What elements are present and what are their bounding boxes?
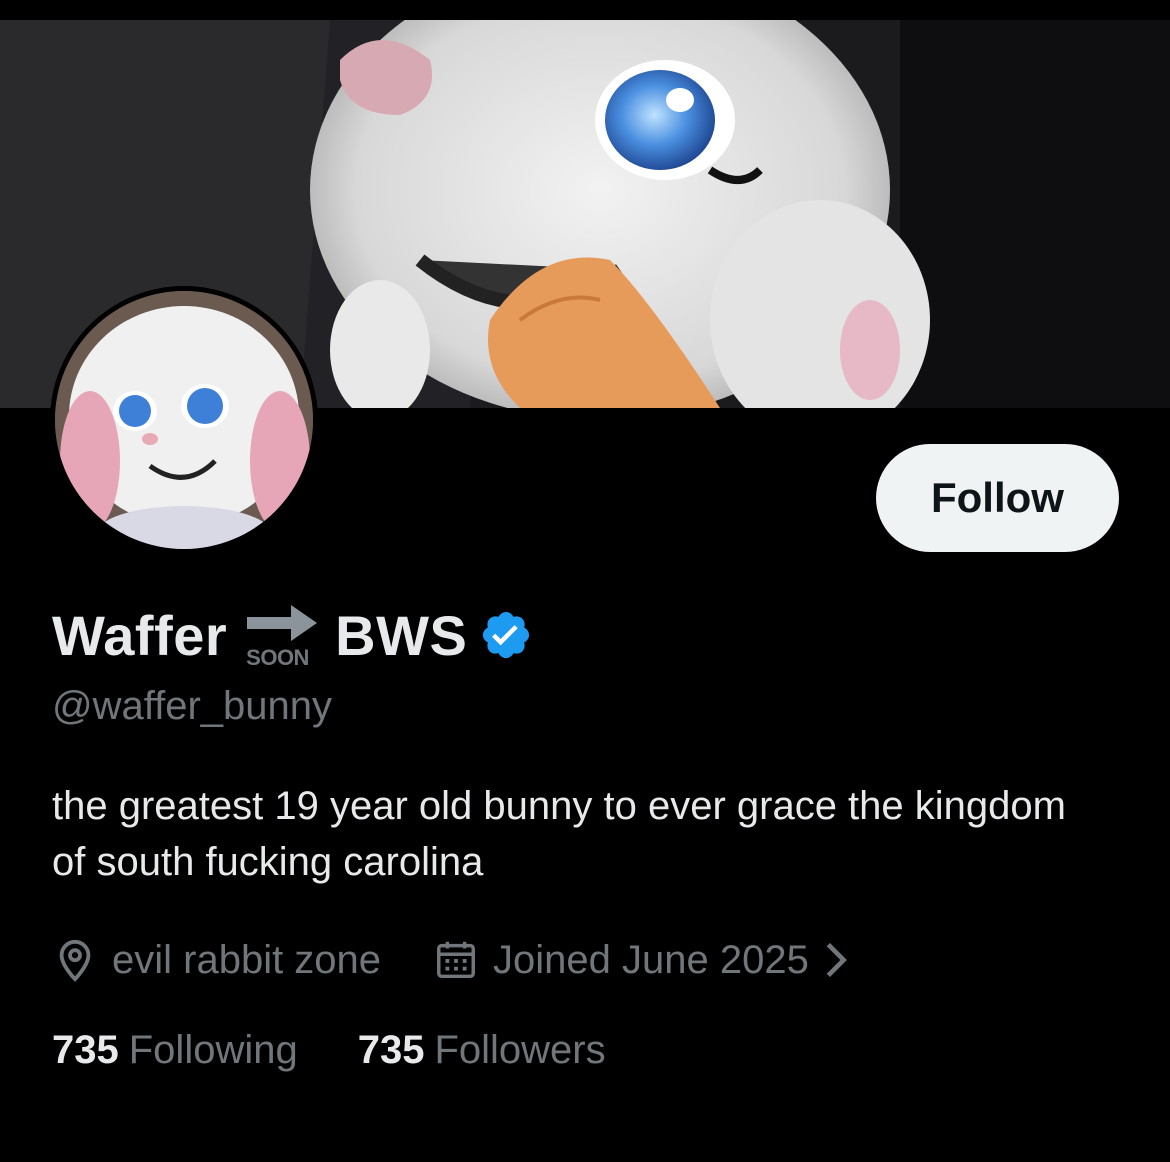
- profile-stats: 735 Following 735 Followers: [52, 1028, 606, 1073]
- joined-item[interactable]: Joined June 2025: [433, 937, 853, 983]
- following-label: Following: [128, 1028, 298, 1072]
- profile-avatar[interactable]: [50, 286, 318, 554]
- location-item: evil rabbit zone: [52, 937, 381, 983]
- verified-badge-icon[interactable]: [479, 608, 533, 662]
- followers-label: Followers: [434, 1028, 606, 1072]
- location-pin-icon: [59, 939, 91, 982]
- chevron-right-icon: [826, 943, 847, 977]
- joined-text: Joined June 2025: [493, 937, 809, 982]
- display-name: Waffer SOON BWS: [52, 595, 533, 675]
- calendar-icon: [437, 941, 476, 979]
- profile-meta: evil rabbit zone Joined June 2025: [52, 930, 853, 990]
- soon-label: SOON: [246, 645, 309, 670]
- soon-arrow-icon: SOON: [243, 595, 323, 675]
- followers-link[interactable]: 735 Followers: [358, 1028, 606, 1073]
- display-name-part2: BWS: [335, 603, 468, 667]
- following-link[interactable]: 735 Following: [52, 1028, 298, 1073]
- follow-button[interactable]: Follow: [876, 444, 1119, 552]
- followers-count: 735: [357, 1028, 425, 1072]
- location-text: evil rabbit zone: [112, 937, 382, 982]
- following-count: 735: [52, 1028, 119, 1072]
- profile-bio: the greatest 19 year old bunny to ever g…: [52, 784, 1066, 884]
- display-name-part1: Waffer: [52, 603, 228, 667]
- avatar-image: [55, 291, 313, 549]
- username-handle: @waffer_bunny: [52, 684, 333, 728]
